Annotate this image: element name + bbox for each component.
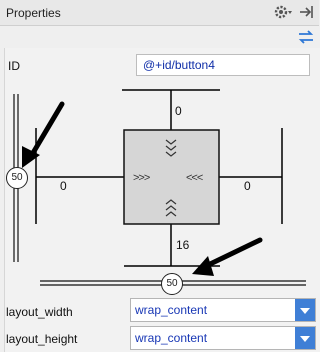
- top-margin-value[interactable]: 0: [175, 104, 182, 118]
- layout-height-value: wrap_content: [135, 331, 208, 345]
- left-inner-chevrons: >>>: [133, 172, 150, 184]
- layout-width-label: layout_width: [6, 305, 73, 319]
- layout-width-value: wrap_content: [135, 303, 208, 317]
- horizontal-bias-arrow-icon: [192, 237, 263, 276]
- layout-width-select[interactable]: wrap_content: [130, 298, 316, 322]
- left-margin-value[interactable]: 0: [60, 179, 67, 193]
- layout-height-label: layout_height: [6, 332, 78, 346]
- bottom-margin-value[interactable]: 16: [176, 238, 189, 252]
- chevron-down-icon[interactable]: [295, 299, 315, 321]
- horizontal-bias-knob[interactable]: 50: [161, 273, 183, 295]
- right-inner-chevrons: <<<: [186, 172, 203, 184]
- chevron-down-icon[interactable]: [295, 327, 315, 349]
- vertical-bias-knob[interactable]: 50: [6, 167, 28, 189]
- right-margin-value[interactable]: 0: [244, 179, 251, 193]
- layout-height-select[interactable]: wrap_content: [130, 326, 316, 350]
- vertical-bias-arrow-icon: [22, 101, 65, 168]
